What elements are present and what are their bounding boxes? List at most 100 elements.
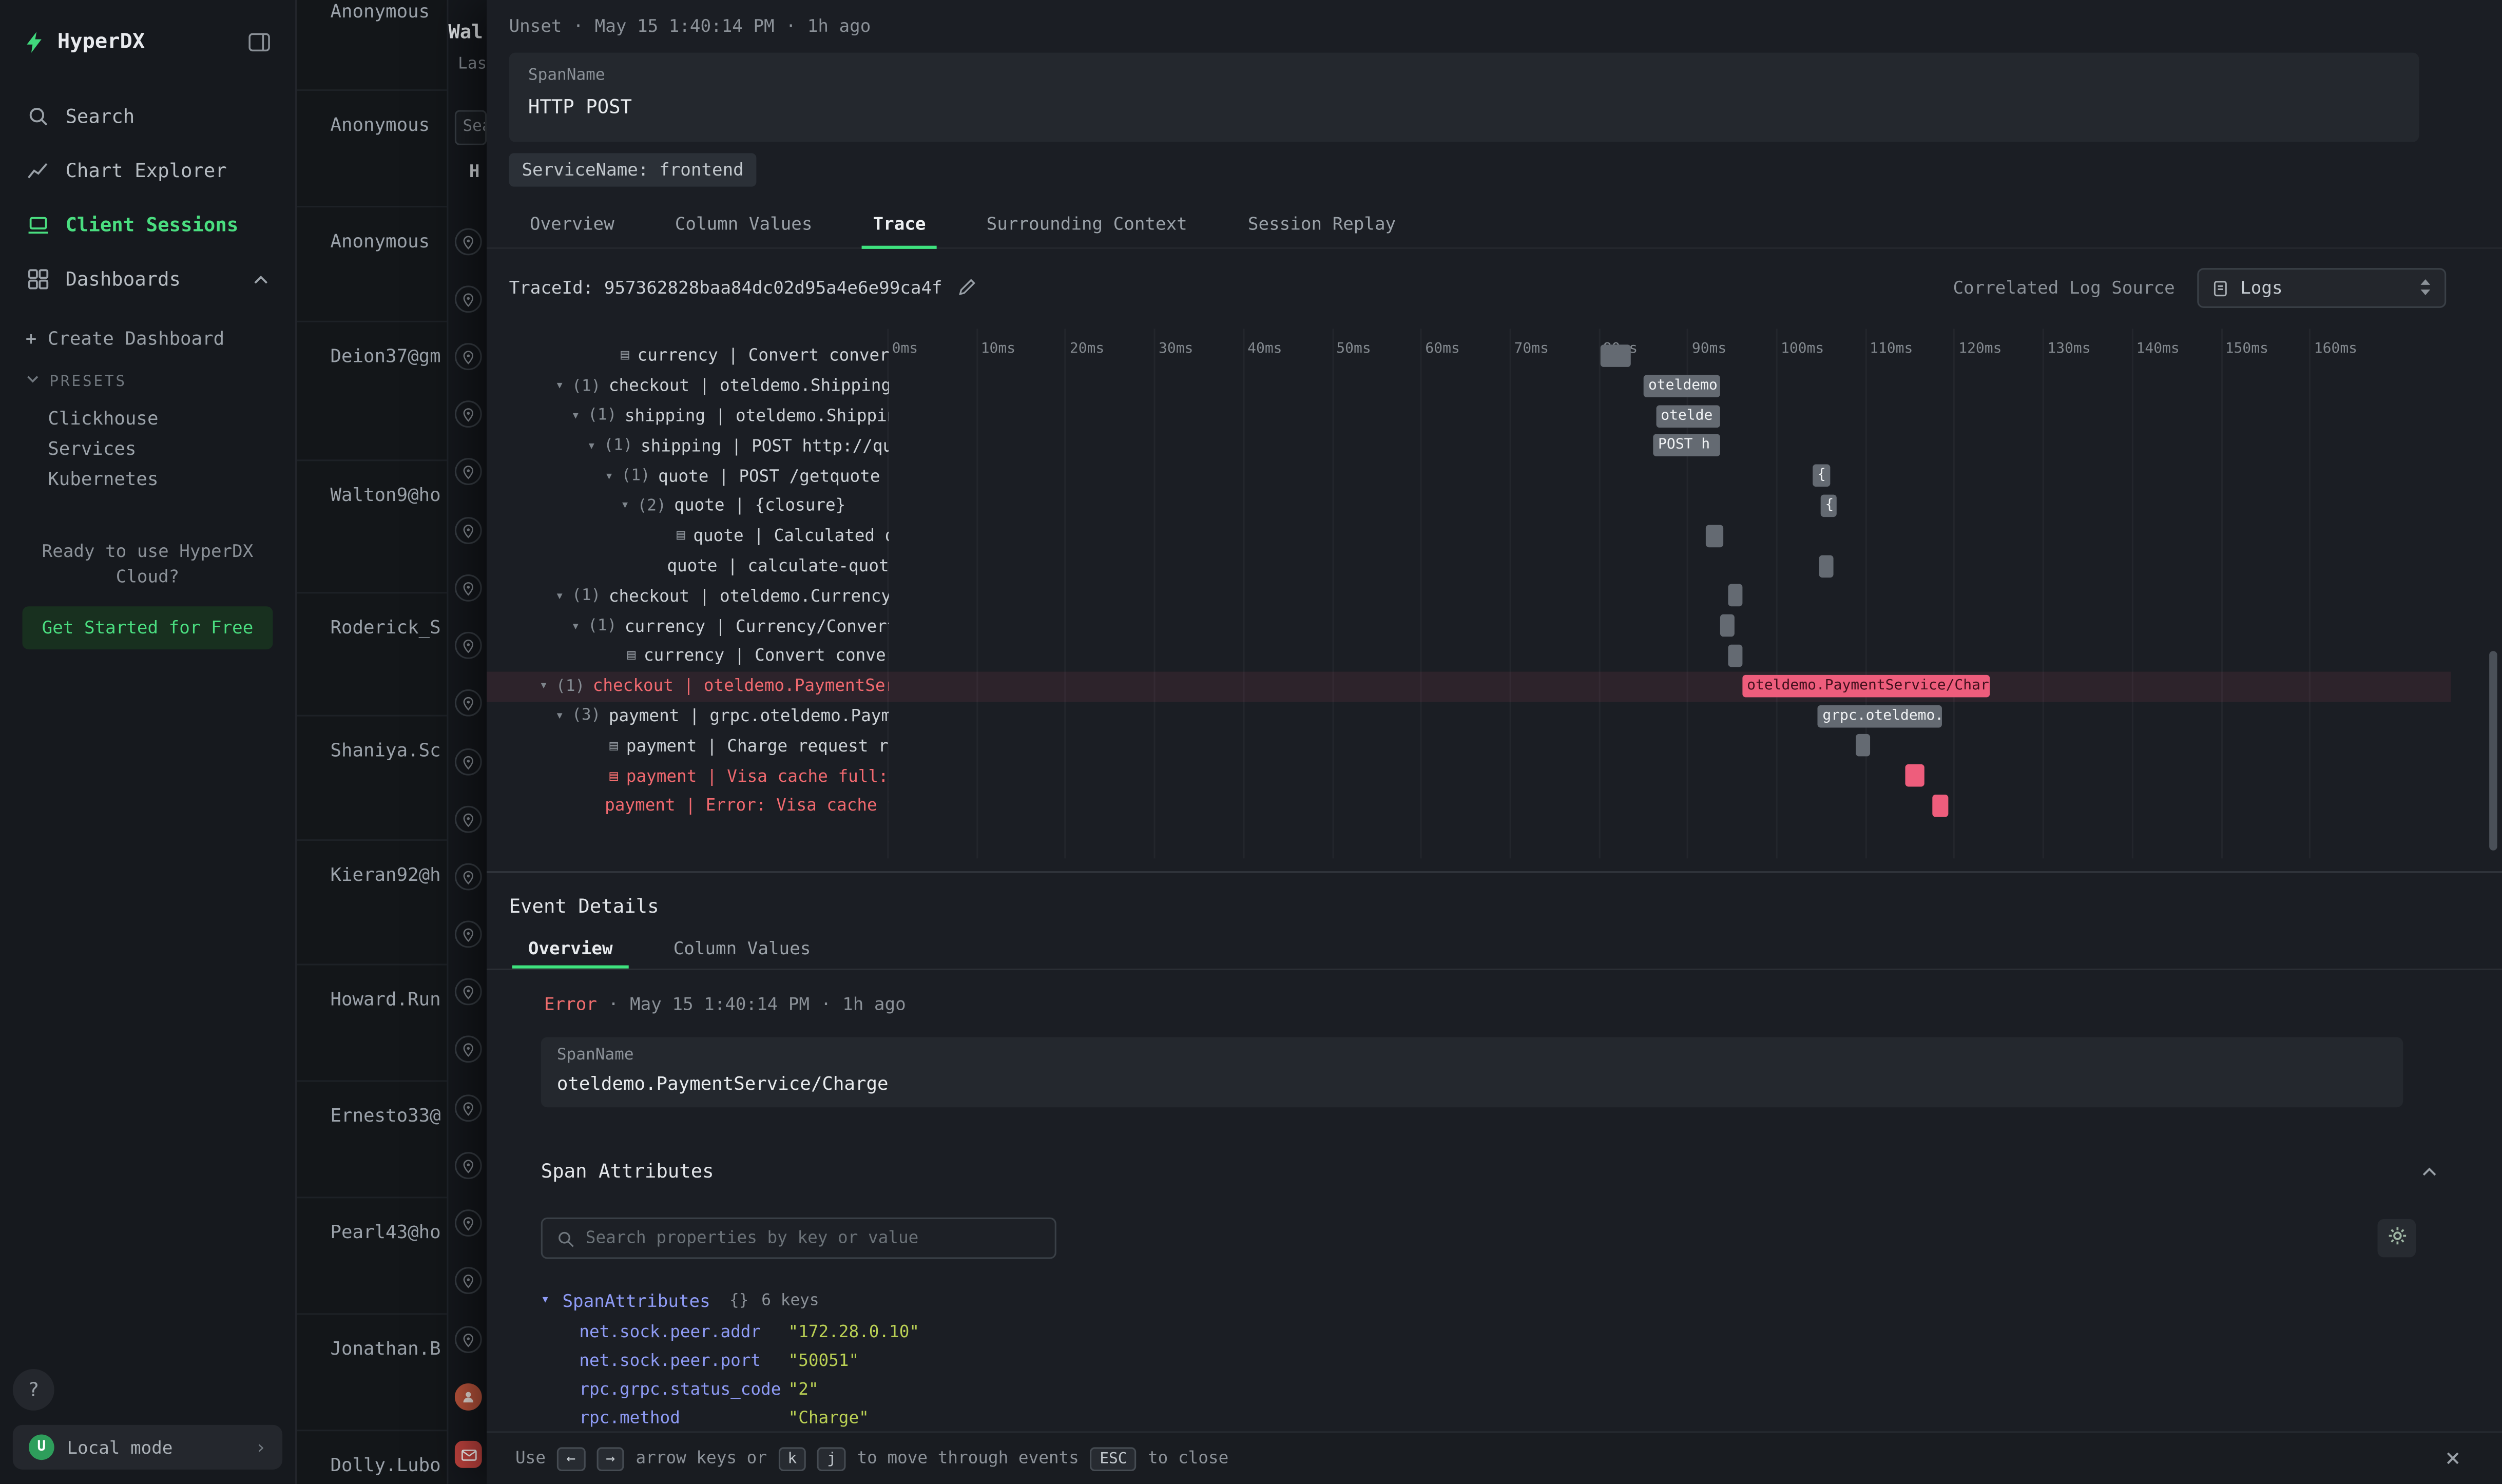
service-name-tag[interactable]: ServiceName: frontend [509, 153, 757, 186]
tab-session-replay[interactable]: Session Replay [1218, 204, 1426, 247]
session-list-item[interactable]: Ernesto33@ [330, 1104, 440, 1127]
local-mode-button[interactable]: U Local mode › [13, 1425, 282, 1470]
session-list-item[interactable]: Walton9@ho [330, 484, 440, 506]
sidebar-item-client-sessions[interactable]: Client Sessions [0, 198, 295, 252]
chevron-down-icon[interactable]: ▾ [540, 679, 548, 695]
chevron-down-icon[interactable]: ▾ [605, 469, 613, 485]
trace-span-bar[interactable] [1819, 554, 1833, 577]
attribute-row[interactable]: net.sock.peer.addr "172.28.0.10" [541, 1318, 2438, 1347]
session-pin-icon[interactable] [455, 1094, 482, 1122]
event-details-tab-column-values[interactable]: Column Values [658, 933, 827, 968]
chevron-down-icon[interactable]: ▾ [571, 619, 580, 634]
attribute-value[interactable]: "Charge" [788, 1409, 869, 1428]
close-icon[interactable]: × [2445, 1446, 2460, 1471]
trace-span-bar[interactable]: { [1820, 495, 1836, 517]
session-pin-icon[interactable] [455, 228, 482, 256]
trace-span-bar[interactable] [1720, 614, 1735, 637]
collapse-chevron-icon[interactable] [2420, 1163, 2438, 1181]
trace-row[interactable]: ▤quote | Calculated q… [487, 522, 2451, 551]
session-list-item[interactable]: Howard.Run [330, 988, 440, 1010]
session-list-item[interactable]: Jonathan.B [330, 1337, 440, 1360]
edit-pencil-icon[interactable] [957, 278, 976, 297]
chevron-down-icon[interactable]: ▾ [555, 378, 564, 394]
trace-row[interactable]: ▾(1)shipping | oteldemo.Shipping…otelde [487, 401, 2451, 431]
session-pin-icon[interactable] [455, 1267, 482, 1294]
trace-span-bar[interactable] [1932, 795, 1948, 817]
session-pin-icon[interactable] [455, 1209, 482, 1237]
trace-span-bar[interactable]: POST h [1653, 435, 1720, 457]
trace-row[interactable]: ▾(1)shipping | POST http://quo…POST h [487, 431, 2451, 461]
trace-row[interactable]: ▾(1)checkout | oteldemo.CurrencySe… [487, 582, 2451, 611]
attributes-root-row[interactable]: ▾ SpanAttributes {} 6 keys [541, 1286, 2438, 1315]
trace-row[interactable]: ▾(1)currency | Currency/Convert [487, 611, 2451, 641]
create-dashboard-button[interactable]: + Create Dashboard [0, 327, 295, 350]
event-details-tab-overview[interactable]: Overview [512, 933, 629, 968]
trace-span-bar[interactable] [1856, 735, 1870, 757]
trace-row[interactable]: payment | Error: Visa cache ful… [487, 792, 2451, 821]
tab-trace[interactable]: Trace [842, 204, 956, 247]
chevron-down-icon[interactable]: ▾ [555, 588, 564, 604]
session-avatar-icon[interactable] [455, 1383, 482, 1411]
trace-span-bar[interactable] [1905, 765, 1924, 787]
session-pin-icon[interactable] [455, 1035, 482, 1063]
session-pin-icon[interactable] [455, 1326, 482, 1353]
session-list-item[interactable]: Kieran92@h [330, 863, 440, 886]
chevron-down-icon[interactable]: ▾ [555, 708, 564, 724]
preset-item-clickhouse[interactable]: Clickhouse [0, 403, 295, 434]
session-pin-icon[interactable] [455, 517, 482, 544]
tab-surrounding-context[interactable]: Surrounding Context [956, 204, 1218, 247]
sidebar-item-search[interactable]: Search [0, 89, 295, 144]
sidebar-item-dashboards[interactable]: Dashboards [0, 252, 295, 306]
attributes-search-input[interactable] [586, 1228, 1041, 1247]
session-pin-icon[interactable] [455, 806, 482, 833]
trace-row[interactable]: ▤currency | Convert convers… [487, 642, 2451, 671]
trace-row[interactable]: ▾(1)checkout | oteldemo.PaymentServi…ote… [487, 671, 2451, 701]
trace-row[interactable]: ▾(3)payment | grpc.oteldemo.Paymen…grpc.… [487, 701, 2451, 731]
session-list-item[interactable]: Anonymous [330, 113, 430, 136]
trace-row[interactable]: ▤payment | Charge request rec… [487, 731, 2451, 761]
tab-column-values[interactable]: Column Values [645, 204, 843, 247]
attribute-row[interactable]: rpc.method"Charge" [541, 1404, 2438, 1433]
attribute-value[interactable]: "172.28.0.10" [788, 1323, 919, 1342]
trace-span-bar[interactable] [1728, 585, 1742, 607]
trace-span-bar[interactable]: oteldemo. [1644, 375, 1720, 397]
session-pin-icon[interactable] [455, 400, 482, 428]
attribute-row[interactable]: net.sock.peer.port"50051" [541, 1347, 2438, 1376]
attribute-key[interactable]: net.sock.peer.port [579, 1352, 782, 1371]
trace-span-bar[interactable] [1706, 525, 1724, 547]
trace-row[interactable]: quote | calculate-quote [487, 551, 2451, 581]
waterfall-scrollbar[interactable] [2489, 651, 2497, 851]
chevron-down-icon[interactable]: ▾ [571, 409, 580, 425]
session-pin-icon[interactable] [455, 748, 482, 776]
presets-section-toggle[interactable]: PRESETS [0, 350, 295, 394]
trace-row[interactable]: ▤payment | Visa cache full: c… [487, 761, 2451, 791]
trace-row[interactable]: ▤currency | Convert convers… [487, 341, 2451, 371]
attribute-value[interactable]: "2" [788, 1380, 819, 1399]
sidebar-collapse-icon[interactable] [247, 29, 273, 54]
trace-span-bar[interactable]: otelde [1656, 404, 1720, 427]
trace-row[interactable]: ▾(1)checkout | oteldemo.ShippingSe…oteld… [487, 372, 2451, 401]
attribute-row[interactable]: rpc.grpc.status_code "2" [541, 1375, 2438, 1404]
trace-span-bar[interactable] [1728, 645, 1742, 667]
session-pin-icon[interactable] [455, 574, 482, 602]
log-source-select[interactable]: Logs [2197, 267, 2446, 307]
settings-gear-button[interactable] [2378, 1219, 2416, 1258]
session-list-item[interactable]: Dolly.Lubo [330, 1454, 440, 1476]
session-pin-icon[interactable] [455, 921, 482, 948]
session-list-item[interactable]: Roderick_S [330, 616, 440, 639]
attribute-key[interactable]: net.sock.peer.addr [579, 1323, 782, 1342]
help-button[interactable]: ? [13, 1369, 54, 1411]
session-list-item[interactable]: Anonymous [330, 230, 430, 253]
tab-overview[interactable]: Overview [499, 204, 645, 247]
trace-span-bar[interactable] [1601, 344, 1631, 367]
session-list-item[interactable]: Deion37@gm [330, 344, 440, 367]
preset-item-services[interactable]: Services [0, 434, 295, 464]
trace-row[interactable]: ▾(1)quote | POST /getquote{ [487, 461, 2451, 491]
attributes-search[interactable] [541, 1218, 1056, 1259]
chevron-down-icon[interactable]: ▾ [587, 438, 596, 454]
attribute-key[interactable]: rpc.grpc.status_code [579, 1380, 782, 1399]
chevron-down-icon[interactable]: ▾ [621, 498, 629, 514]
session-pin-icon[interactable] [455, 863, 482, 891]
session-list-item[interactable]: Shaniya.Sc [330, 739, 440, 761]
trace-span-bar[interactable]: { [1813, 465, 1831, 487]
